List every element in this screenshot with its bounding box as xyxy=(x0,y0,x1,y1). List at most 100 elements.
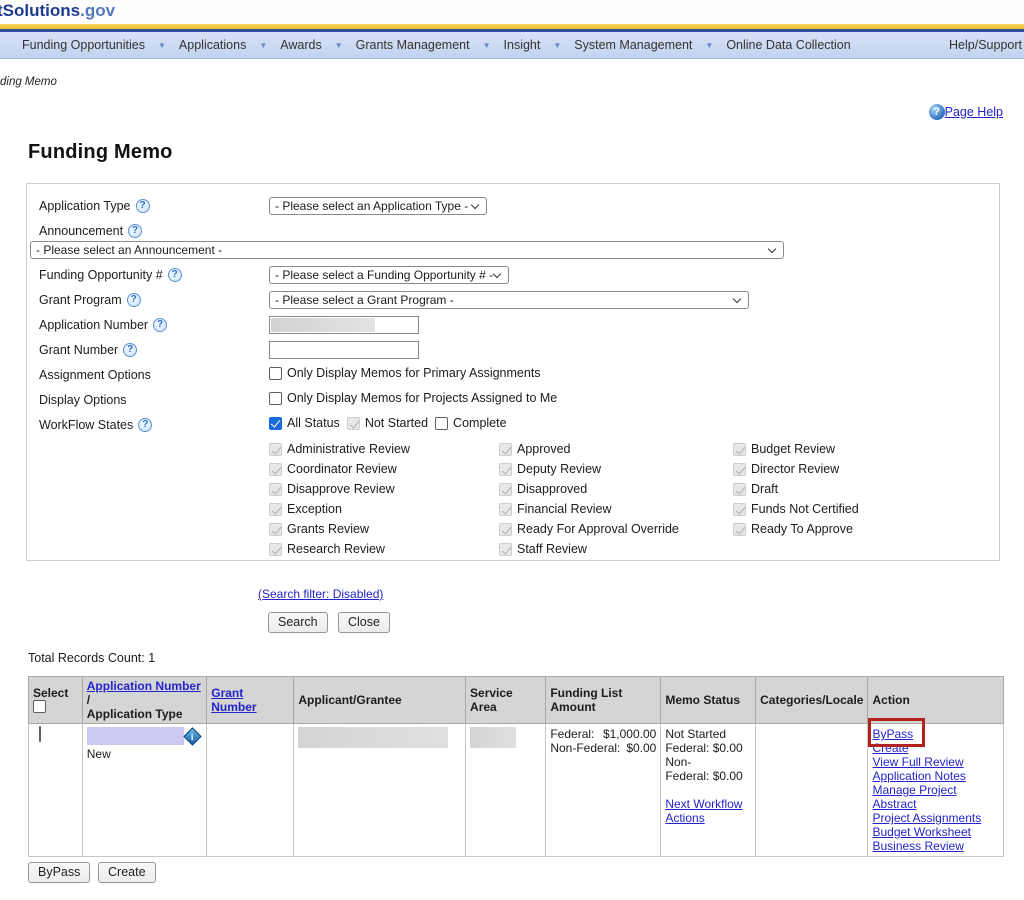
state-checkbox[interactable] xyxy=(269,523,282,536)
primary-assignments-option[interactable]: Only Display Memos for Primary Assignmen… xyxy=(269,366,541,380)
chevron-down-icon[interactable]: ▼ xyxy=(259,41,267,50)
info-diamond-icon[interactable]: i xyxy=(183,727,201,745)
create-button[interactable]: Create xyxy=(98,862,156,883)
action-create-link[interactable]: Create xyxy=(872,741,999,755)
workflow-state-item[interactable]: Ready For Approval Override xyxy=(499,519,679,539)
grant-program-help-icon[interactable]: ? xyxy=(127,293,141,307)
workflow-state-item[interactable]: Disapproved xyxy=(499,479,679,499)
state-checkbox[interactable] xyxy=(733,463,746,476)
state-checkbox[interactable] xyxy=(733,523,746,536)
state-checkbox[interactable] xyxy=(499,483,512,496)
workflow-state-item[interactable]: Coordinator Review xyxy=(269,459,410,479)
search-filter-link[interactable]: (Search filter: Disabled) xyxy=(258,587,383,601)
grant-number-sort-link[interactable]: Grant Number xyxy=(211,686,256,714)
state-checkbox[interactable] xyxy=(499,463,512,476)
state-checkbox[interactable] xyxy=(499,503,512,516)
close-button[interactable]: Close xyxy=(338,612,390,633)
grant-number-help-icon[interactable]: ? xyxy=(123,343,137,357)
breadcrumb: ding Memo xyxy=(0,76,57,88)
announcement-help-icon[interactable]: ? xyxy=(128,224,142,238)
state-checkbox[interactable] xyxy=(269,543,282,556)
workflow-states-help-icon[interactable]: ? xyxy=(138,418,152,432)
nav-grants-management[interactable]: Grants Management xyxy=(356,38,470,52)
help-circle-icon[interactable]: ? xyxy=(929,104,945,120)
state-label: Director Review xyxy=(751,462,839,476)
state-checkbox[interactable] xyxy=(499,543,512,556)
complete-label: Complete xyxy=(453,416,507,430)
workflow-state-item[interactable]: Exception xyxy=(269,499,410,519)
nav-help-support[interactable]: Help/Support xyxy=(949,38,1022,52)
info-glyph: i xyxy=(186,730,197,742)
workflow-state-item[interactable]: Deputy Review xyxy=(499,459,679,479)
action-application-notes-link[interactable]: Application Notes xyxy=(872,769,999,783)
nav-insight[interactable]: Insight xyxy=(504,38,541,52)
chevron-down-icon[interactable]: ▼ xyxy=(483,41,491,50)
page-help-link[interactable]: ? Page Help xyxy=(929,104,1003,120)
state-checkbox[interactable] xyxy=(269,483,282,496)
workflow-state-item[interactable]: Disapprove Review xyxy=(269,479,410,499)
projects-assigned-checkbox[interactable] xyxy=(269,392,282,405)
action-business-review-link[interactable]: Business Review xyxy=(872,839,999,853)
workflow-state-item[interactable]: Funds Not Certified xyxy=(733,499,859,519)
nav-online-data-collection[interactable]: Online Data Collection xyxy=(726,38,850,52)
chevron-down-icon[interactable]: ▼ xyxy=(553,41,561,50)
page-help-label[interactable]: Page Help xyxy=(945,105,1003,119)
announcement-label: Announcement ? xyxy=(39,222,142,239)
workflow-state-item[interactable]: Staff Review xyxy=(499,539,679,559)
nav-system-management[interactable]: System Management xyxy=(574,38,692,52)
workflow-state-item[interactable]: Administrative Review xyxy=(269,439,410,459)
workflow-state-item[interactable]: Draft xyxy=(733,479,859,499)
workflow-state-item[interactable]: Director Review xyxy=(733,459,859,479)
application-type-help-icon[interactable]: ? xyxy=(136,199,150,213)
application-number-help-icon[interactable]: ? xyxy=(153,318,167,332)
state-checkbox[interactable] xyxy=(733,503,746,516)
action-bypass-link[interactable]: ByPass xyxy=(872,727,999,741)
redacted-application-number[interactable] xyxy=(87,727,184,745)
complete-checkbox[interactable] xyxy=(435,417,448,430)
table-row: i New Federal:$1,000.00 Non-Federal:$0.0… xyxy=(29,724,1004,857)
state-checkbox[interactable] xyxy=(269,443,282,456)
state-checkbox[interactable] xyxy=(733,443,746,456)
select-all-checkbox[interactable] xyxy=(33,700,46,713)
workflow-state-item[interactable]: Ready To Approve xyxy=(733,519,859,539)
action-project-assignments-link[interactable]: Project Assignments xyxy=(872,811,999,825)
workflow-state-item[interactable]: Approved xyxy=(499,439,679,459)
next-workflow-actions-link[interactable]: Next Workflow Actions xyxy=(665,797,742,825)
funding-opportunity-help-icon[interactable]: ? xyxy=(168,268,182,282)
projects-assigned-option[interactable]: Only Display Memos for Projects Assigned… xyxy=(269,391,557,405)
application-type-select[interactable]: - Please select an Application Type - xyxy=(269,197,487,215)
state-checkbox[interactable] xyxy=(499,443,512,456)
action-budget-worksheet-link[interactable]: Budget Worksheet xyxy=(872,825,999,839)
chevron-down-icon[interactable]: ▼ xyxy=(158,41,166,50)
application-number-sort-link[interactable]: Application Number xyxy=(87,679,201,693)
memo-status-line: Federal: $0.00 xyxy=(665,741,751,755)
all-status-checkbox[interactable] xyxy=(269,417,282,430)
state-checkbox[interactable] xyxy=(733,483,746,496)
nav-awards[interactable]: Awards xyxy=(280,38,321,52)
application-number-input[interactable] xyxy=(269,316,419,334)
state-checkbox[interactable] xyxy=(499,523,512,536)
funding-opportunity-select[interactable]: - Please select a Funding Opportunity # … xyxy=(269,266,509,284)
display-options-label: Display Options xyxy=(39,391,127,408)
state-checkbox[interactable] xyxy=(269,463,282,476)
announcement-select[interactable]: - Please select an Announcement - xyxy=(30,241,784,259)
workflow-state-item[interactable]: Research Review xyxy=(269,539,410,559)
nav-applications[interactable]: Applications xyxy=(179,38,246,52)
search-button[interactable]: Search xyxy=(268,612,328,633)
primary-assignments-checkbox[interactable] xyxy=(269,367,282,380)
workflow-state-item[interactable]: Grants Review xyxy=(269,519,410,539)
action-manage-project-abstract-link[interactable]: Manage Project Abstract xyxy=(872,783,999,811)
chevron-down-icon[interactable]: ▼ xyxy=(335,41,343,50)
chevron-down-icon[interactable]: ▼ xyxy=(705,41,713,50)
action-view-full-review-link[interactable]: View Full Review xyxy=(872,755,999,769)
workflow-state-item[interactable]: Financial Review xyxy=(499,499,679,519)
grant-program-select[interactable]: - Please select a Grant Program - xyxy=(269,291,749,309)
grant-number-input[interactable] xyxy=(269,341,419,359)
state-checkbox[interactable] xyxy=(269,503,282,516)
workflow-state-item[interactable]: Budget Review xyxy=(733,439,859,459)
bypass-button[interactable]: ByPass xyxy=(28,862,90,883)
row-select-checkbox[interactable] xyxy=(39,726,41,742)
not-started-checkbox[interactable] xyxy=(347,417,360,430)
nav-funding-opportunities[interactable]: Funding Opportunities xyxy=(22,38,145,52)
col-action: Action xyxy=(868,677,1004,724)
